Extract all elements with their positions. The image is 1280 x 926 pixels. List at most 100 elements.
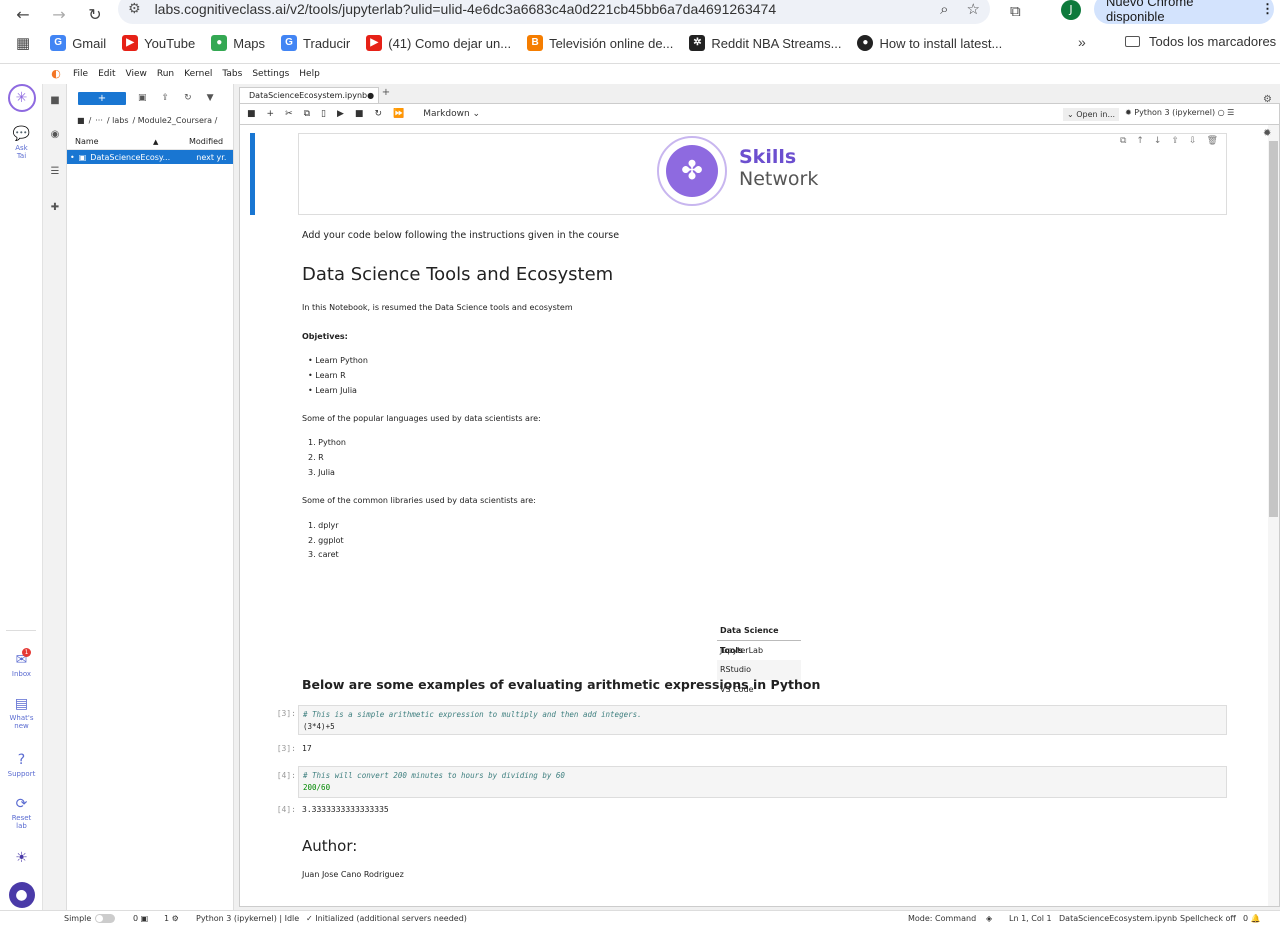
more-icon[interactable]: ⋮	[1261, 1, 1274, 17]
lsp-status[interactable]: ✓ Initialized (additional servers needed…	[306, 914, 467, 923]
kernel-status[interactable]: Python 3 (ipykernel) | Idle	[196, 914, 299, 923]
file-name: DataScienceEcosy...	[90, 152, 171, 162]
bookmark-television[interactable]: B Televisión online de...	[527, 35, 673, 51]
extensions-puzzle-icon[interactable]: ✚	[49, 202, 61, 214]
all-bookmarks-button[interactable]: Todos los marcadores	[1125, 34, 1276, 49]
insert-above-icon[interactable]: ⇪	[1171, 136, 1179, 146]
menu-run[interactable]: Run	[157, 69, 174, 79]
site-info-icon[interactable]: ⚙	[128, 1, 141, 17]
tree-icon: ✤	[666, 145, 718, 197]
move-down-icon[interactable]: ↓	[1154, 136, 1162, 146]
bookmark-maps[interactable]: ● Maps	[211, 35, 265, 51]
unsaved-dot-icon[interactable]: ●	[367, 91, 374, 100]
chevron-double-right-icon[interactable]: »	[1078, 34, 1086, 50]
bookmark-reddit-nba[interactable]: ✲ Reddit NBA Streams...	[689, 35, 841, 51]
translate-icon: G	[281, 35, 298, 51]
extensions-icon[interactable]: ⧉	[1010, 2, 1021, 20]
open-in-button[interactable]: ⌄ Open in...	[1063, 108, 1119, 121]
insert-below-icon[interactable]: ⇩	[1189, 136, 1197, 146]
filter-icon[interactable]: ▼	[207, 93, 214, 103]
notification-count[interactable]: 0 🔔	[1243, 914, 1261, 923]
upload-icon[interactable]: ⇪	[162, 93, 170, 103]
column-name[interactable]: Name	[75, 137, 153, 146]
menu-settings[interactable]: Settings	[252, 69, 289, 79]
address-bar[interactable]: ⚙ labs.cognitiveclass.ai/v2/tools/jupyte…	[118, 0, 990, 24]
new-tab-icon[interactable]: +	[379, 87, 393, 103]
shield-icon[interactable]: ◈	[986, 914, 992, 923]
bookmark-traducir[interactable]: G Traducir	[281, 35, 350, 51]
chat-icon: 💬	[12, 126, 31, 142]
reset-icon: ⟳	[15, 796, 28, 812]
save-icon[interactable]: ■	[247, 109, 256, 119]
toggle-switch[interactable]	[95, 914, 116, 923]
profile-avatar[interactable]: J	[1061, 0, 1081, 20]
insert-cell-icon[interactable]: +	[267, 109, 275, 119]
simple-mode-toggle[interactable]: Simple	[64, 914, 116, 923]
refresh-icon[interactable]: ↻	[184, 93, 192, 103]
apps-icon[interactable]: ▦	[16, 34, 30, 52]
bookmark-star-icon[interactable]: ☆	[967, 0, 980, 18]
code-cell[interactable]: # This will convert 200 minutes to hours…	[298, 766, 1227, 798]
menu-kernel[interactable]: Kernel	[184, 69, 212, 79]
vertical-scrollbar[interactable]	[1268, 125, 1279, 906]
folder-icon[interactable]: ■	[49, 95, 61, 107]
reset-lab-button[interactable]: ⟳ Reset lab	[0, 796, 43, 830]
code-cell[interactable]: # This is a simple arithmetic expression…	[298, 705, 1227, 735]
column-modified[interactable]: Modified	[189, 137, 223, 146]
toc-icon[interactable]: ☰	[49, 166, 61, 178]
fast-forward-icon[interactable]: ⏩	[393, 109, 404, 119]
new-folder-icon[interactable]: ▣	[138, 93, 147, 103]
restart-icon[interactable]: ↻	[374, 109, 382, 119]
running-icon[interactable]: ◉	[49, 129, 61, 141]
cut-icon[interactable]: ✂	[285, 109, 293, 119]
sort-icon[interactable]: ▲	[153, 138, 189, 146]
stop-icon[interactable]: ■	[355, 109, 364, 119]
menu-view[interactable]: View	[126, 69, 147, 79]
forward-icon[interactable]: →	[46, 5, 72, 24]
cursor-position[interactable]: Ln 1, Col 1	[1009, 914, 1052, 923]
kernel-indicator[interactable]: ✹ Python 3 (ipykernel) ○ ☰	[1125, 108, 1234, 117]
property-inspector-icon[interactable]: ⚙	[1263, 94, 1272, 105]
skills-network-logo: ✤	[657, 136, 727, 206]
duplicate-icon[interactable]: ⧉	[1120, 136, 1126, 146]
back-icon[interactable]: ←	[10, 5, 36, 24]
terminal-count[interactable]: 0 ▣	[133, 914, 148, 923]
kernel-count[interactable]: 1 ⚙	[164, 914, 179, 923]
new-launcher-button[interactable]: +	[78, 91, 126, 105]
ask-tai-button[interactable]: 💬 Ask Tai	[0, 126, 43, 160]
support-button[interactable]: ? Support	[0, 752, 43, 778]
bell-icon: 🔔	[1250, 914, 1261, 923]
bookmark-youtube[interactable]: ▶ YouTube	[122, 35, 195, 51]
user-avatar-icon[interactable]: ●	[0, 882, 43, 908]
update-chrome-button[interactable]: Nuevo Chrome disponible ⋮	[1094, 0, 1274, 24]
bookmark-gmail[interactable]: G Gmail	[50, 35, 106, 51]
delete-icon[interactable]: 🗑	[1207, 136, 1218, 146]
menu-edit[interactable]: Edit	[98, 69, 115, 79]
reload-icon[interactable]: ↻	[82, 5, 108, 24]
cell-toolbar: ⧉ ↑ ↓ ⇪ ⇩ 🗑	[1110, 136, 1218, 146]
paste-icon[interactable]: ▯	[321, 109, 326, 119]
scrollbar-thumb[interactable]	[1269, 141, 1278, 517]
menu-tabs[interactable]: Tabs	[222, 69, 242, 79]
run-icon[interactable]: ▶	[337, 109, 344, 119]
menu-file[interactable]: File	[73, 69, 88, 79]
cell-type-select[interactable]: Markdown ⌄	[423, 109, 480, 119]
news-icon: ▤	[14, 696, 29, 712]
debugger-icon[interactable]: ✹	[1263, 128, 1271, 139]
folder-icon[interactable]: ■	[77, 116, 85, 125]
menu-help[interactable]: Help	[299, 69, 320, 79]
zoom-icon[interactable]: ⌕	[940, 0, 948, 18]
move-up-icon[interactable]: ↑	[1136, 136, 1144, 146]
bookmark-github[interactable]: ● How to install latest...	[857, 35, 1002, 51]
whats-new-button[interactable]: ▤ What's new	[0, 696, 43, 730]
file-row[interactable]: • ▣ DataScienceEcosy... next yr.	[67, 150, 233, 164]
list-item: • Learn R	[308, 371, 346, 380]
spellcheck-status[interactable]: Spellcheck off	[1180, 914, 1236, 923]
theme-toggle-icon[interactable]: ☀	[0, 850, 43, 868]
copy-icon[interactable]: ⧉	[304, 109, 310, 119]
tab-notebook[interactable]: DataScienceEcosystem.ipynb ●	[239, 87, 379, 103]
inbox-button[interactable]: ✉ Inbox 1	[0, 648, 43, 678]
logo-cell[interactable]: ✤ Skills Network ⧉ ↑ ↓ ⇪ ⇩ 🗑	[298, 133, 1227, 215]
bookmark-youtube-video[interactable]: ▶ (41) Como dejar un...	[366, 35, 511, 51]
basketball-icon: ✲	[689, 35, 706, 51]
